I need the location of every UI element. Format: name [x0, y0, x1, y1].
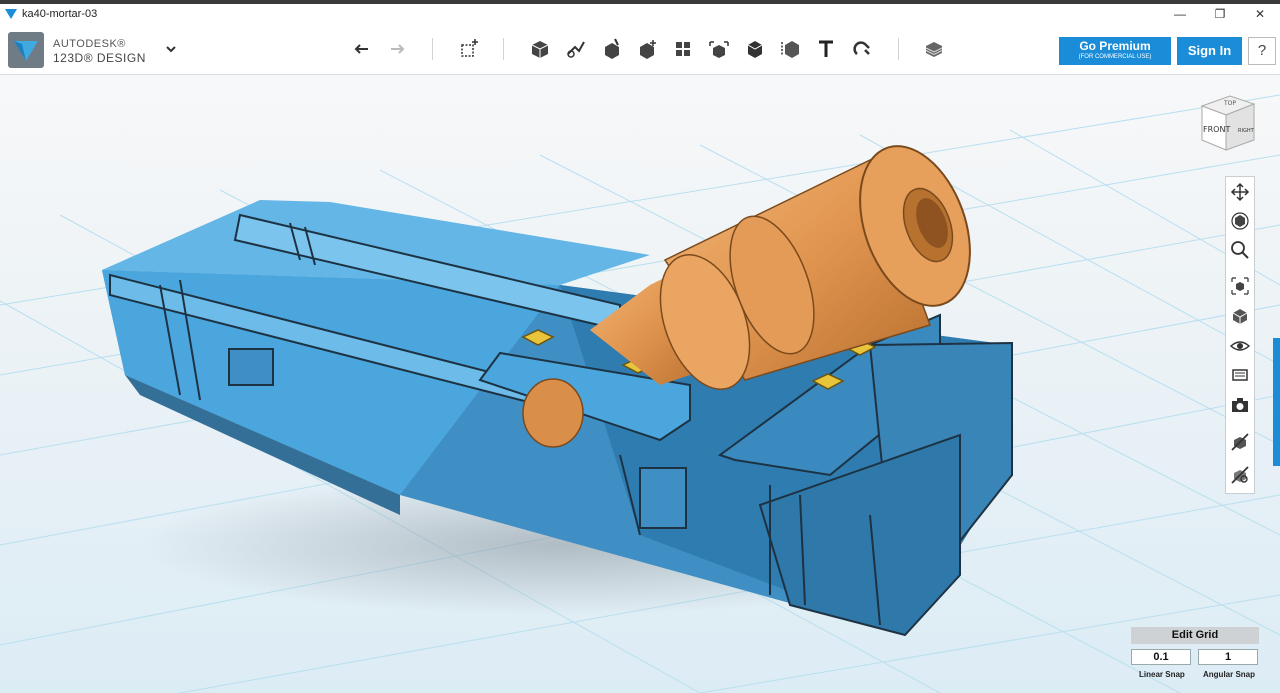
- redo-icon: [391, 44, 405, 54]
- chevron-down-icon[interactable]: [164, 42, 178, 56]
- undo-icon: [354, 44, 368, 54]
- combine-button[interactable]: [742, 36, 768, 62]
- viewcube-right-label: RIGHT: [1238, 128, 1255, 134]
- brand-line1: AUTODESK®: [53, 38, 126, 50]
- construct-button[interactable]: [599, 36, 625, 62]
- grouping-icon: [709, 41, 729, 58]
- modify-button[interactable]: [635, 36, 661, 62]
- fit-button[interactable]: [1229, 275, 1251, 297]
- orbit-icon: [1231, 212, 1249, 230]
- go-premium-button[interactable]: Go Premium (FOR COMMERCIAL USE): [1059, 37, 1171, 65]
- snap-icon: [853, 41, 870, 55]
- grid-panel: Edit Grid 0.1 1 Linear Snap Angular Snap: [1131, 627, 1259, 683]
- go-premium-sublabel: (FOR COMMERCIAL USE): [1078, 54, 1152, 60]
- linear-snap-input[interactable]: 0.1: [1131, 649, 1191, 665]
- viewcube-front-label: FRONT: [1203, 125, 1230, 134]
- linear-snap-label: Linear Snap: [1139, 670, 1185, 679]
- measure-button[interactable]: [778, 36, 804, 62]
- toolbar-separator: [432, 38, 433, 60]
- primitives-button[interactable]: [527, 36, 553, 62]
- zoom-icon: [1231, 241, 1249, 259]
- pattern-icon: [676, 42, 690, 56]
- material-icon: [925, 42, 943, 57]
- main-toolbar: AUTODESK® 123D® DESIGN Go Premium (FOR C…: [0, 24, 1280, 75]
- text-icon: [819, 40, 833, 57]
- material-view-button[interactable]: [1229, 364, 1251, 386]
- toolbar-separator: [503, 38, 504, 60]
- transform-icon: [461, 39, 478, 57]
- app-logo-icon: [5, 9, 17, 19]
- sketch-icon: [567, 41, 585, 58]
- edit-grid-button[interactable]: Edit Grid: [1131, 627, 1259, 644]
- side-panel-toggle[interactable]: [1273, 338, 1280, 466]
- sign-in-button[interactable]: Sign In: [1177, 37, 1242, 65]
- maximize-button[interactable]: ❐: [1200, 7, 1240, 21]
- transform-button[interactable]: [456, 36, 482, 62]
- text-button[interactable]: [813, 36, 839, 62]
- zoom-button[interactable]: [1229, 239, 1251, 261]
- help-button[interactable]: ?: [1248, 37, 1276, 65]
- window-title: ka40-mortar-03: [22, 8, 98, 20]
- visibility-button[interactable]: [1229, 335, 1251, 357]
- visibility-icon: [1229, 341, 1251, 351]
- orbit-button[interactable]: [1229, 210, 1251, 232]
- show-hide-icon: [1231, 433, 1249, 451]
- viewcube-top-label: TOP: [1223, 100, 1236, 107]
- snap-button[interactable]: [849, 36, 875, 62]
- pan-button[interactable]: [1229, 181, 1251, 203]
- close-button[interactable]: ✕: [1240, 7, 1280, 21]
- primitives-icon: [531, 41, 549, 58]
- undo-button[interactable]: [349, 36, 375, 62]
- material-button[interactable]: [921, 36, 947, 62]
- autodesk-logo-icon[interactable]: [8, 32, 44, 68]
- fit-icon: [1231, 277, 1249, 295]
- angular-snap-input[interactable]: 1: [1198, 649, 1258, 665]
- settings-icon: [1231, 466, 1249, 484]
- settings-button[interactable]: [1229, 464, 1251, 486]
- redo-button[interactable]: [384, 36, 410, 62]
- show-hide-button[interactable]: [1229, 431, 1251, 453]
- sketch-button[interactable]: [563, 36, 589, 62]
- brand-line2: 123D® DESIGN: [53, 51, 146, 65]
- pattern-button[interactable]: [670, 36, 696, 62]
- combine-icon: [747, 41, 763, 58]
- camera-icon: [1232, 398, 1248, 412]
- pan-icon: [1230, 182, 1250, 202]
- material-view-icon: [1232, 369, 1248, 381]
- go-premium-label: Go Premium: [1079, 39, 1151, 53]
- grouping-button[interactable]: [706, 36, 732, 62]
- minimize-button[interactable]: —: [1160, 7, 1200, 21]
- camera-button[interactable]: [1229, 394, 1251, 416]
- title-bar: ka40-mortar-03 — ❐ ✕: [0, 0, 1280, 24]
- navigation-bar: [1225, 176, 1255, 494]
- view-icon: [1232, 309, 1248, 324]
- measure-icon: [781, 41, 799, 58]
- toolbar-separator: [898, 38, 899, 60]
- view-cube[interactable]: TOP FRONT RIGHT: [1196, 90, 1258, 156]
- angular-snap-label: Angular Snap: [1203, 670, 1256, 679]
- modify-icon: [640, 40, 656, 59]
- view-button[interactable]: [1229, 305, 1251, 327]
- model-scene: [0, 75, 1280, 693]
- construct-icon: [605, 38, 619, 59]
- 3d-viewport[interactable]: TOP FRONT RIGHT: [0, 75, 1280, 693]
